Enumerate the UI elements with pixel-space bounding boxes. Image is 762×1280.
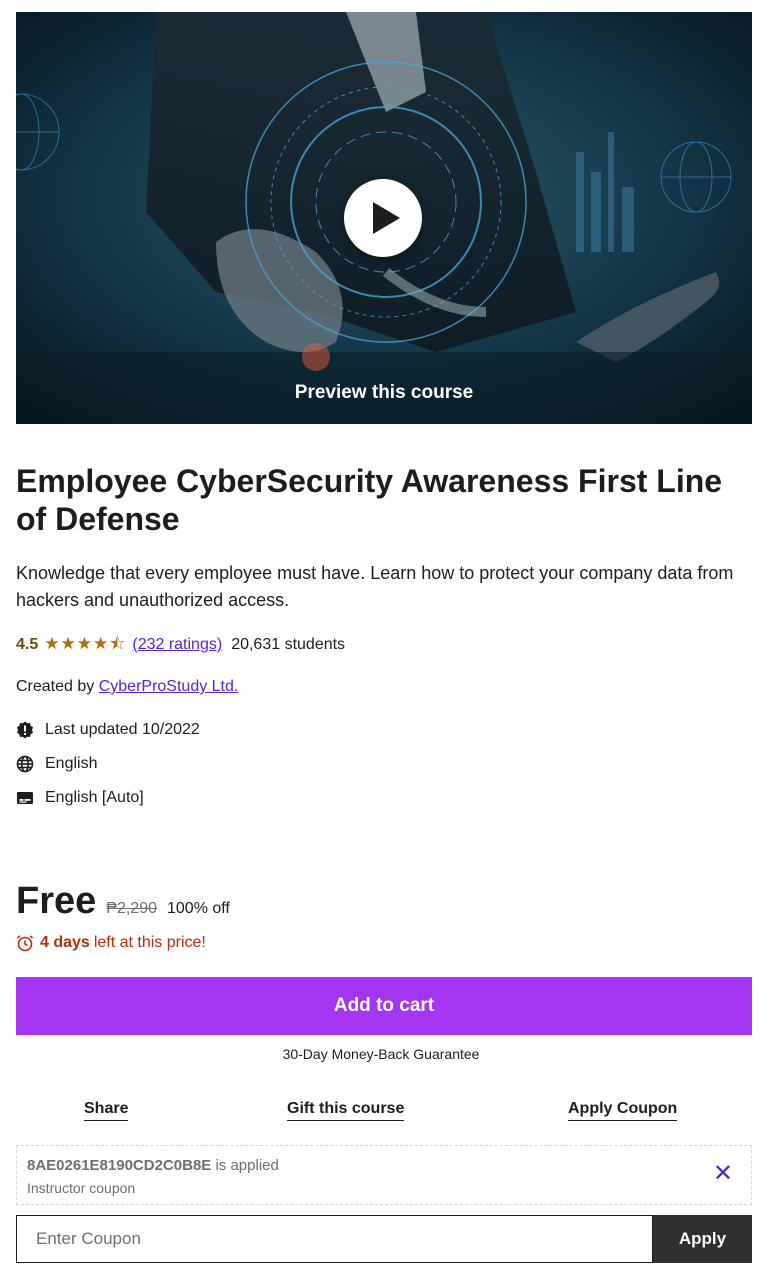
created-by: Created by CyberProStudy Ltd.	[16, 678, 238, 696]
share-button[interactable]: Share	[84, 1100, 129, 1121]
language: English	[16, 755, 97, 773]
ratings-count-link[interactable]: (232 ratings)	[132, 636, 222, 654]
star-icon: ★	[76, 633, 93, 653]
price-row: Free ₱2,290 100% off	[16, 880, 230, 923]
star-half-icon: ⯪	[109, 633, 127, 653]
apply-coupon-button[interactable]: Apply Coupon	[568, 1100, 678, 1121]
rating-number: 4.5	[16, 636, 39, 653]
rating-stars: ★★★★⯪	[44, 631, 126, 660]
close-icon[interactable]: ✕	[713, 1162, 733, 1186]
play-button[interactable]	[344, 179, 422, 257]
last-updated: Last updated 10/2022	[16, 721, 200, 739]
created-by-label: Created by	[16, 678, 95, 695]
apply-button[interactable]: Apply	[653, 1215, 752, 1263]
coupon-code: 8AE0261E8190CD2C0B8E	[27, 1157, 212, 1174]
course-title: Employee CyberSecurity Awareness First L…	[16, 463, 723, 537]
money-back-guarantee: 30-Day Money-Back Guarantee	[282, 1046, 480, 1062]
star-icon: ★	[60, 633, 77, 653]
captions-text: English [Auto]	[45, 789, 144, 806]
instructor-link[interactable]: CyberProStudy Ltd.	[99, 678, 239, 695]
countdown-days: 4 days	[40, 934, 90, 951]
globe-icon	[16, 755, 34, 773]
alert-badge-icon	[17, 721, 33, 739]
course-subtitle: Knowledge that every employee must have.…	[16, 563, 734, 610]
language-text: English	[45, 755, 98, 772]
countdown-text: left at this price!	[93, 934, 206, 951]
star-icon: ★	[93, 633, 110, 653]
course-preview[interactable]: Preview this course	[16, 12, 752, 424]
applied-coupon: 8AE0261E8190CD2C0B8E is applied Instruct…	[16, 1145, 752, 1205]
add-to-cart-button[interactable]: Add to cart	[16, 977, 752, 1035]
original-price: ₱2,290	[106, 900, 157, 917]
discount-percent: 100% off	[167, 900, 230, 917]
play-icon	[373, 202, 400, 234]
students-count: 20,631 students	[231, 636, 346, 653]
captions: English [Auto]	[16, 789, 144, 807]
star-icon: ★	[44, 633, 61, 653]
gift-course-button[interactable]: Gift this course	[287, 1100, 405, 1121]
current-price: Free	[16, 880, 97, 922]
coupon-status: 8AE0261E8190CD2C0B8E is applied	[27, 1157, 279, 1174]
preview-label[interactable]: Preview this course	[16, 382, 752, 404]
rating-row: 4.5 ★★★★⯪ (232 ratings) 20,631 students	[16, 633, 345, 657]
alarm-icon	[16, 935, 34, 952]
captions-icon	[17, 792, 33, 804]
coupon-type: Instructor coupon	[27, 1180, 136, 1196]
coupon-input[interactable]	[16, 1215, 653, 1263]
coupon-applied-text: is applied	[215, 1157, 279, 1174]
last-updated-text: Last updated 10/2022	[45, 721, 200, 738]
price-countdown: 4 days left at this price!	[16, 934, 206, 952]
